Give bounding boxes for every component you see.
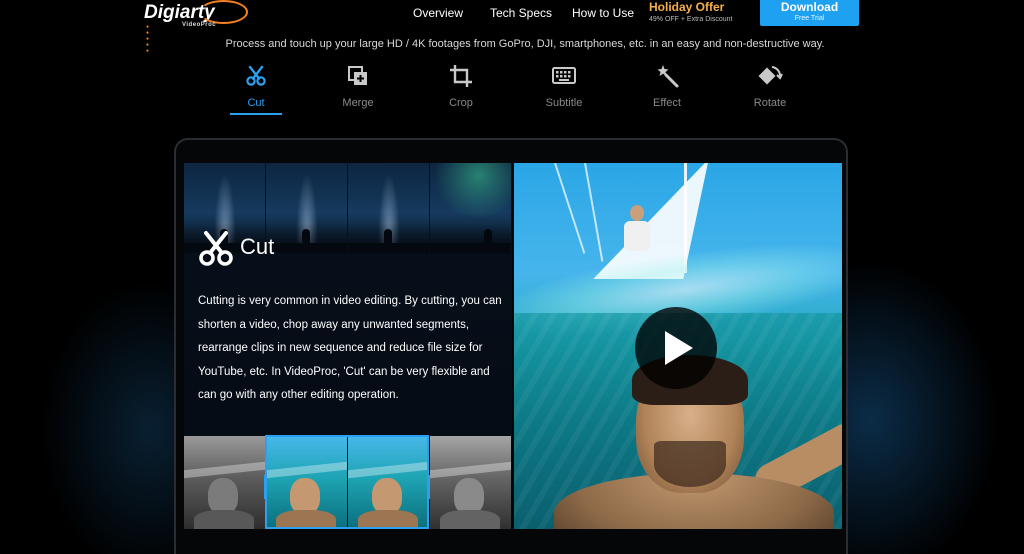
top-thumbnail: [430, 163, 511, 253]
holiday-offer[interactable]: Holiday Offer 49% OFF + Extra Discount: [649, 0, 745, 23]
scissors-icon: [246, 65, 266, 86]
tab-subtitle-label: Subtitle: [545, 97, 583, 109]
clip-thumbnail[interactable]: [430, 436, 511, 529]
top-thumbnail: [348, 163, 429, 253]
clip-thumbnail[interactable]: [184, 436, 265, 529]
nav-how-to-use[interactable]: How to Use: [572, 6, 634, 20]
tab-merge-label: Merge: [342, 97, 374, 109]
tab-rotate[interactable]: Rotate: [730, 64, 810, 109]
trim-handle-right[interactable]: [427, 475, 430, 499]
tab-cut-label: Cut: [247, 97, 265, 109]
play-button[interactable]: [635, 307, 717, 389]
tab-cut[interactable]: Cut: [216, 64, 296, 109]
tagline: Process and touch up your large HD / 4K …: [225, 38, 825, 50]
tab-merge[interactable]: Merge: [318, 64, 398, 109]
download-button[interactable]: Download Free Trial: [760, 0, 859, 26]
logo-ring: [199, 0, 248, 24]
merge-icon: [348, 66, 367, 85]
download-button-label: Download: [780, 0, 839, 14]
active-tab-indicator: [230, 113, 282, 115]
tab-rotate-label: Rotate: [753, 97, 787, 109]
keyboard-icon: [552, 67, 576, 84]
nav-tech-specs[interactable]: Tech Specs: [490, 6, 552, 20]
play-icon: [665, 331, 693, 365]
magic-wand-icon: [657, 65, 679, 88]
clip-selection-frame[interactable]: [265, 435, 429, 529]
logo-product: VideoProc: [182, 22, 217, 28]
top-bar: Digiarty ● ● ● ● ● VideoProc Overview Te…: [0, 0, 1024, 54]
holiday-offer-title: Holiday Offer: [649, 0, 725, 14]
tab-effect[interactable]: Effect: [627, 64, 707, 109]
download-button-sublabel: Free Trial: [794, 15, 825, 22]
tab-subtitle[interactable]: Subtitle: [524, 64, 604, 109]
holiday-offer-subtitle: 49% OFF + Extra Discount: [649, 16, 733, 23]
trim-handle-left[interactable]: [264, 475, 267, 499]
tab-effect-label: Effect: [653, 97, 681, 109]
scissors-icon: [199, 231, 233, 266]
rotate-icon: [758, 66, 783, 85]
nav-overview[interactable]: Overview: [413, 6, 463, 20]
top-thumbnail: [266, 163, 347, 253]
feature-description: Cutting is very common in video editing.…: [198, 295, 502, 401]
tab-crop[interactable]: Crop: [421, 64, 501, 109]
tab-crop-label: Crop: [449, 97, 473, 109]
crop-icon: [450, 65, 472, 87]
feature-title: Cut: [240, 234, 275, 259]
